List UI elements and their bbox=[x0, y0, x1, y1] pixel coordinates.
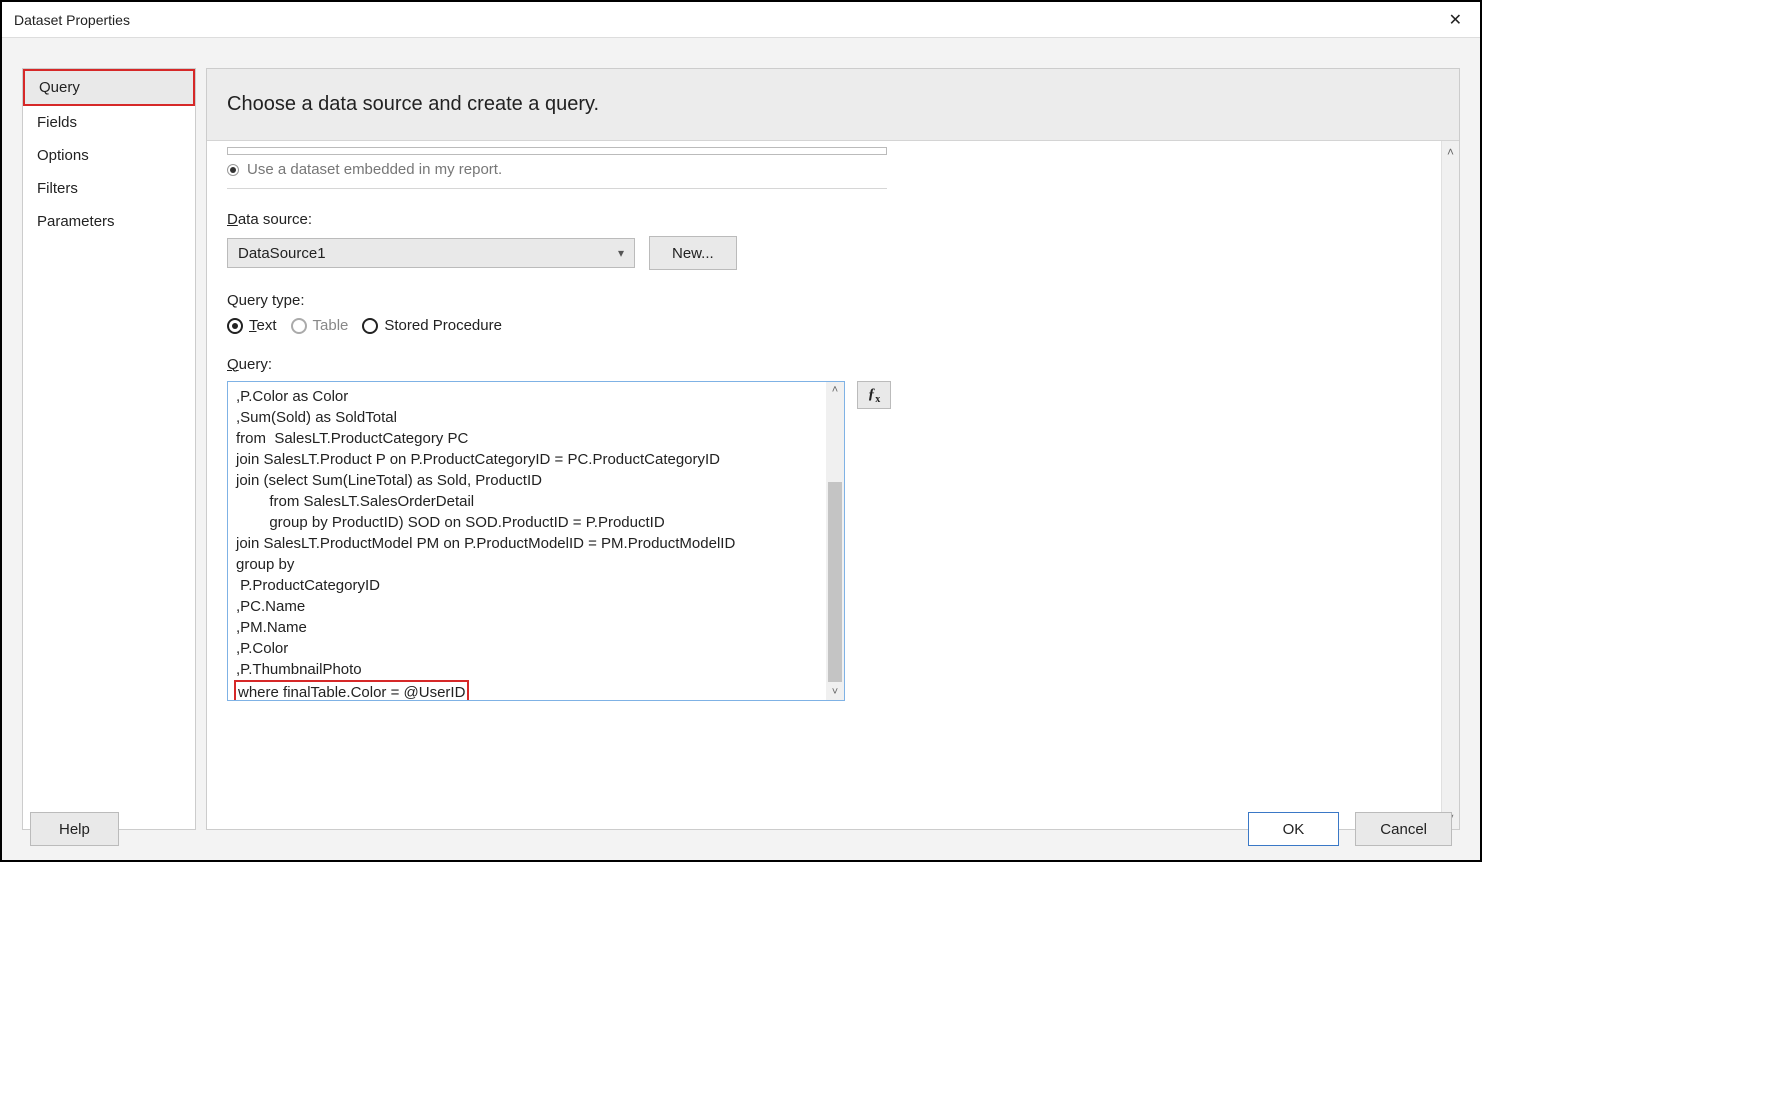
close-icon[interactable]: ✕ bbox=[1443, 10, 1468, 30]
ok-button[interactable]: OK bbox=[1248, 812, 1340, 846]
query-type-stored[interactable]: Stored Procedure bbox=[362, 317, 502, 334]
ok-label: OK bbox=[1283, 821, 1305, 838]
dialog-footer: Help OK Cancel bbox=[2, 812, 1480, 846]
query-highlighted-where: where finalTable.Color = @UserID bbox=[234, 680, 469, 700]
query-type-group: Text Table Stored Procedure bbox=[227, 317, 1421, 334]
query-type-table-label: Table bbox=[313, 317, 349, 334]
embedded-dataset-label: Use a dataset embedded in my report. bbox=[247, 161, 502, 178]
panel-scrollbar[interactable]: ˄ ˅ bbox=[1441, 141, 1459, 829]
expression-button[interactable]: ƒx bbox=[857, 381, 891, 409]
sidebar-tab-query[interactable]: Query bbox=[23, 69, 195, 106]
scroll-thumb[interactable] bbox=[828, 482, 842, 682]
query-type-label: Query type: bbox=[227, 292, 1421, 309]
sidebar-tab-options[interactable]: Options bbox=[23, 139, 195, 172]
sidebar-tab-fields[interactable]: Fields bbox=[23, 106, 195, 139]
sidebar-tab-label: Fields bbox=[37, 114, 77, 131]
query-label: Query: bbox=[227, 356, 1421, 373]
divider bbox=[227, 188, 887, 189]
main-content-wrap: Use a dataset embedded in my report. Dat… bbox=[207, 141, 1459, 829]
sidebar-tab-label: Parameters bbox=[37, 213, 115, 230]
scroll-down-icon[interactable]: ˅ bbox=[832, 684, 838, 700]
page-heading: Choose a data source and create a query. bbox=[207, 69, 1459, 141]
new-button-label: New... bbox=[672, 245, 714, 262]
fx-icon: ƒx bbox=[868, 386, 881, 405]
query-type-stored-label: Stored Procedure bbox=[384, 317, 502, 334]
new-data-source-button[interactable]: New... bbox=[649, 236, 737, 270]
main-panel: Choose a data source and create a query.… bbox=[206, 68, 1460, 830]
data-source-label: Data source: bbox=[227, 211, 1421, 228]
dataset-name-field-partial[interactable] bbox=[227, 147, 887, 155]
cancel-button[interactable]: Cancel bbox=[1355, 812, 1452, 846]
help-button[interactable]: Help bbox=[30, 812, 119, 846]
sidebar-tab-label: Filters bbox=[37, 180, 78, 197]
chevron-down-icon: ▾ bbox=[618, 246, 624, 260]
data-source-dropdown[interactable]: DataSource1 ▾ bbox=[227, 238, 635, 268]
titlebar: Dataset Properties ✕ bbox=[2, 2, 1480, 38]
query-type-text-label: Text bbox=[249, 317, 277, 334]
radio-icon bbox=[227, 164, 239, 176]
sidebar-tab-label: Query bbox=[39, 79, 80, 96]
sidebar-tab-label: Options bbox=[37, 147, 89, 164]
sidebar-tab-filters[interactable]: Filters bbox=[23, 172, 195, 205]
query-text-content: ,P.Color as Color ,Sum(Sold) as SoldTota… bbox=[228, 382, 826, 700]
query-type-text[interactable]: Text bbox=[227, 317, 277, 334]
embedded-dataset-radio[interactable]: Use a dataset embedded in my report. bbox=[227, 161, 1421, 178]
dialog-body: Query Fields Options Filters Parameters … bbox=[2, 38, 1480, 860]
cancel-label: Cancel bbox=[1380, 821, 1427, 838]
window-title: Dataset Properties bbox=[14, 12, 130, 28]
radio-icon bbox=[291, 318, 307, 334]
main-content: Use a dataset embedded in my report. Dat… bbox=[207, 141, 1441, 829]
radio-icon bbox=[227, 318, 243, 334]
help-label: Help bbox=[59, 821, 90, 838]
query-scrollbar[interactable]: ˄ ˅ bbox=[826, 382, 844, 700]
query-type-table[interactable]: Table bbox=[291, 317, 349, 334]
dialog-window: Dataset Properties ✕ Query Fields Option… bbox=[0, 0, 1482, 862]
sidebar-tab-parameters[interactable]: Parameters bbox=[23, 205, 195, 238]
radio-icon bbox=[362, 318, 378, 334]
data-source-label-rest: ata source: bbox=[238, 211, 312, 228]
data-source-value: DataSource1 bbox=[238, 245, 326, 262]
scroll-up-icon[interactable]: ˄ bbox=[1447, 141, 1454, 163]
query-textarea[interactable]: ,P.Color as Color ,Sum(Sold) as SoldTota… bbox=[227, 381, 845, 701]
sidebar: Query Fields Options Filters Parameters bbox=[22, 68, 196, 830]
query-area: ,P.Color as Color ,Sum(Sold) as SoldTota… bbox=[227, 381, 1421, 701]
scroll-up-icon[interactable]: ˄ bbox=[832, 382, 838, 398]
